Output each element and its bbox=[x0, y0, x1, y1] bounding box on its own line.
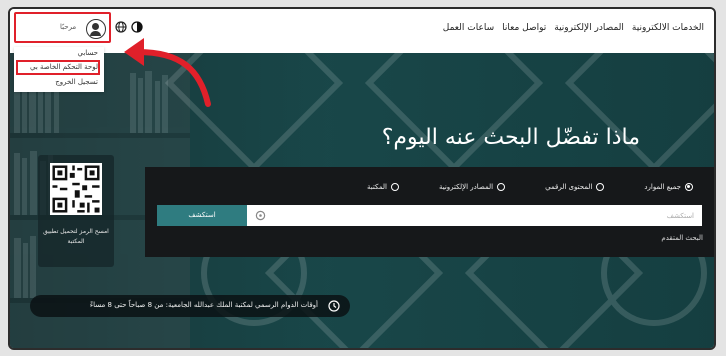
search-panel: جميع الموارد المحتوى الرقمي المصادر الإل… bbox=[145, 167, 714, 257]
search-input[interactable] bbox=[247, 205, 702, 226]
scope-option-library[interactable]: المكتبة bbox=[367, 183, 399, 191]
scope-option-label: المحتوى الرقمي bbox=[545, 183, 593, 191]
radio-icon[interactable] bbox=[596, 183, 605, 191]
working-hours-text: أوقات الدوام الرسمي لمكتبة الملك عبدالله… bbox=[89, 301, 318, 309]
scope-option-digital-content[interactable]: المحتوى الرقمي bbox=[545, 183, 605, 191]
screenshot-frame: الخدمات الالكترونية المصادر الإلكترونية … bbox=[8, 7, 716, 350]
scope-option-label: المصادر الإلكترونية bbox=[438, 183, 494, 191]
working-hours-notice: أوقات الدوام الرسمي لمكتبة الملك عبدالله… bbox=[30, 295, 350, 317]
user-menu-highlight-box[interactable]: مرحبًا bbox=[14, 12, 111, 43]
clock-icon bbox=[328, 300, 340, 312]
hero-title: ماذا تفضّل البحث عنه اليوم؟ bbox=[381, 125, 640, 150]
explore-button[interactable]: استكشف bbox=[157, 205, 247, 226]
user-dropdown-menu: حسابي لوحة التحكم الخاصة بي تسجيل الخروج bbox=[14, 47, 104, 92]
search-scope-options: جميع الموارد المحتوى الرقمي المصادر الإل… bbox=[367, 183, 693, 191]
nav-item-e-services[interactable]: الخدمات الالكترونية bbox=[632, 23, 704, 33]
scope-option-label: جميع الموارد bbox=[644, 183, 681, 191]
globe-icon[interactable] bbox=[115, 21, 127, 33]
advanced-search-link[interactable]: البحث المتقدم bbox=[661, 234, 703, 242]
hero-section: ماذا تفضّل البحث عنه اليوم؟ امسح الرمز ل… bbox=[10, 53, 714, 348]
app-qr-card: امسح الرمز لتحميل تطبيق المكتبة bbox=[38, 155, 114, 267]
qr-code-icon bbox=[50, 163, 102, 215]
radio-icon[interactable] bbox=[390, 183, 399, 191]
nav-item-working-hours[interactable]: ساعات العمل bbox=[443, 23, 494, 33]
scope-option-e-resources[interactable]: المصادر الإلكترونية bbox=[438, 183, 506, 191]
main-nav: الخدمات الالكترونية المصادر الإلكترونية … bbox=[443, 23, 704, 33]
contrast-icon[interactable] bbox=[131, 21, 143, 33]
scope-option-all-resources[interactable]: جميع الموارد bbox=[644, 183, 693, 191]
scope-option-label: المكتبة bbox=[367, 183, 387, 191]
radio-icon[interactable] bbox=[497, 183, 506, 191]
username-label: مرحبًا bbox=[60, 23, 77, 31]
nav-item-e-resources[interactable]: المصادر الإلكترونية bbox=[554, 23, 624, 33]
radio-selected-icon[interactable] bbox=[685, 183, 693, 191]
user-avatar-icon[interactable] bbox=[86, 19, 106, 39]
dashboard-highlight-box bbox=[16, 60, 100, 75]
search-icon bbox=[255, 210, 266, 221]
menu-item-logout[interactable]: تسجيل الخروج bbox=[55, 78, 98, 86]
menu-item-profile[interactable]: حسابي bbox=[78, 49, 99, 57]
top-navigation-bar: الخدمات الالكترونية المصادر الإلكترونية … bbox=[10, 9, 714, 53]
qr-caption: امسح الرمز لتحميل تطبيق المكتبة bbox=[43, 228, 109, 245]
nav-item-contact[interactable]: تواصل معانا bbox=[502, 23, 546, 33]
